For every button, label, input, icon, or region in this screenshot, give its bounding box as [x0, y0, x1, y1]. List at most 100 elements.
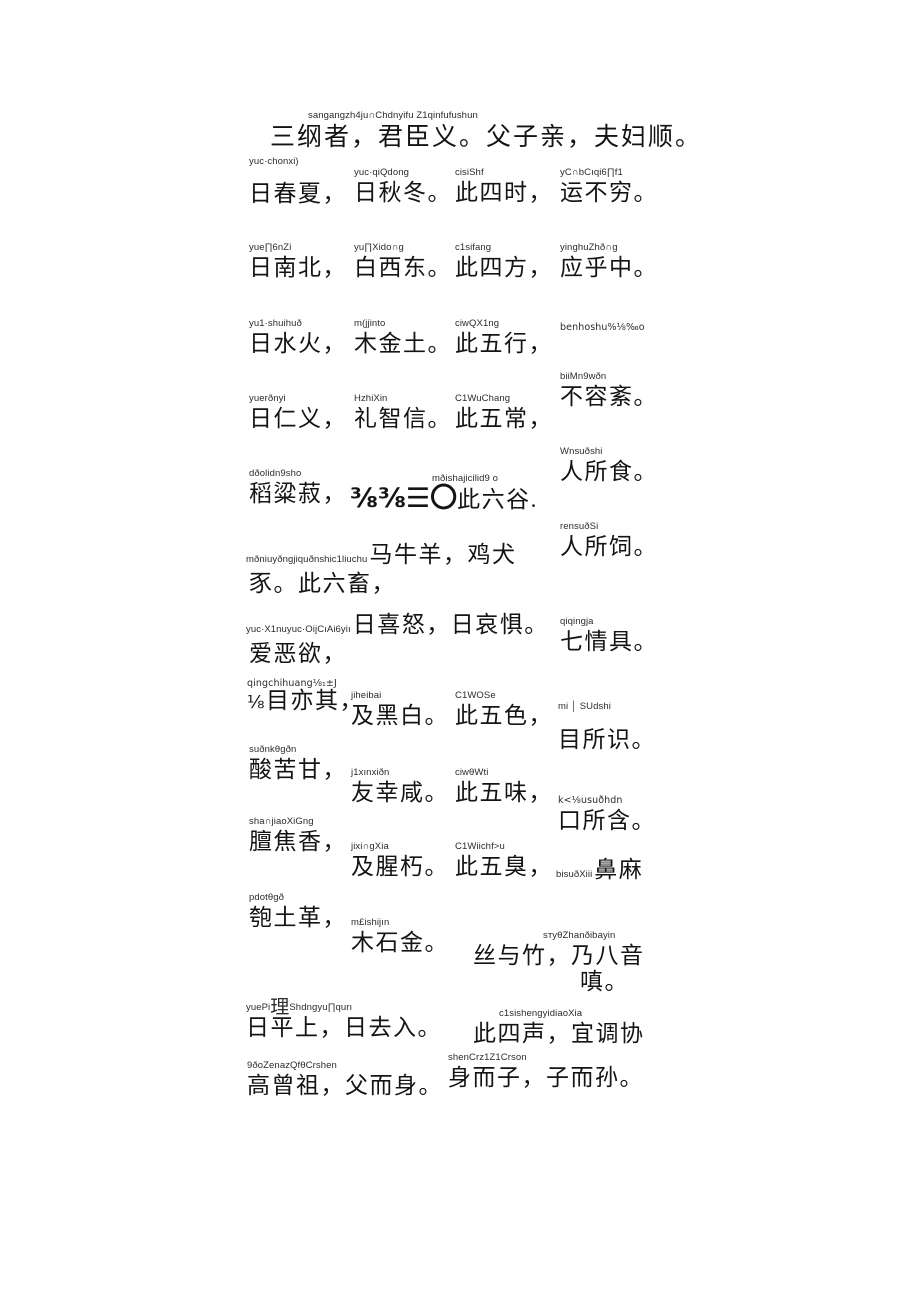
pinyin-annotation: HzhiXin: [354, 393, 388, 404]
pinyin-annotation: c1sifang: [455, 242, 492, 253]
text-block-l29: C1WOSe 此五色，: [455, 690, 553, 730]
text-block-l45: 9ðoZenazQfθCrshen 高曾祖，父而身。: [247, 1060, 443, 1100]
han-text: 膻焦香，: [249, 829, 347, 854]
text-block-l19: dðolidn9sho 稻粱菽，: [249, 468, 347, 508]
han-text: 口所含。: [558, 808, 656, 833]
pinyin-annotation: dðolidn9sho: [249, 468, 302, 479]
pinyin-head: yuePi: [246, 1002, 271, 1013]
pinyin-annotation: yinghuZhð∩g: [560, 242, 618, 253]
han-text: 鼻麻: [594, 857, 644, 882]
text-block-l12: ciwQX1ng 此五行，: [455, 318, 553, 358]
pinyin-annotation: suðnkθgðn: [249, 744, 297, 755]
han-text: 此五臭，: [455, 854, 553, 879]
han-text: 嗔。: [580, 969, 629, 994]
pinyin-annotation: rensuðSi: [560, 521, 599, 532]
text-block-l37: C1Wiichf>u 此五臭，: [455, 841, 553, 881]
han-text: 此五常，: [455, 406, 553, 431]
pinyin-annotation: shenCrz1Z1Crson: [448, 1052, 527, 1063]
text-block-l46: shenCrz1Z1Crson 身而子，子而孙。: [448, 1052, 644, 1092]
garbled-glyph-run: ⅜⅜☰〇: [350, 483, 458, 514]
pinyin-annotation: qingchihuang⅛₁±J: [247, 678, 337, 689]
han-text: 人所食。: [560, 459, 658, 484]
han-text: 丝与竹，乃八音: [473, 943, 645, 968]
han-text: 此四方，: [455, 255, 553, 280]
text-block-l36: jixi∩gXia 及腥朽。: [351, 841, 449, 881]
pinyin-annotation: biiMn9wðn: [560, 371, 607, 382]
han-text: 日喜怒，日哀惧。: [352, 612, 549, 637]
han-text: 礼智信。: [354, 406, 452, 431]
text-block-l03: yuc·qiQdong 日秋冬。: [354, 167, 452, 207]
text-block-l30: mi │ SUdshi 目所识。: [558, 701, 656, 754]
pinyin-annotation: yuc·chonxi): [249, 156, 299, 167]
pinyin-annotation: jixi∩gXia: [351, 841, 389, 852]
pinyin-annotation: cisiShf: [455, 167, 484, 178]
text-block-l11: m(jjinto 木金土。: [354, 318, 452, 358]
text-block-l31: suðnkθgðn 酸苦甘，: [249, 744, 347, 784]
text-block-l08: c1sifang 此四方，: [455, 242, 553, 282]
pinyin-annotation: sтyθZhanðibayin: [543, 930, 616, 941]
text-block-l44: c1sishengyidiaoXia 此四声，宜调协: [473, 1008, 645, 1048]
han-text: ⅜⅜☰〇此六谷.: [350, 485, 538, 514]
pinyin-annotation: Wnsuðshi: [560, 446, 603, 457]
han-text: 爱恶欲，: [249, 641, 347, 666]
han-text: 及黑白。: [351, 703, 449, 728]
pinyin-annotation: m(jjinto: [354, 318, 386, 329]
pinyin-annotation: sha∩jiaoXiGng: [249, 816, 314, 827]
text-block-l07: yu∏Xido∩g 白西东。: [354, 242, 452, 282]
han-text: 酸苦甘，: [249, 757, 347, 782]
pinyin-annotation: k<⅛usuðhdn: [558, 795, 623, 806]
pinyin-annotation: ciwθWti: [455, 767, 489, 778]
han-text: 此五味，: [455, 780, 553, 805]
pinyin-annotation: qiqingja: [560, 616, 594, 627]
pinyin-annotation: C1Wiichf>u: [455, 841, 505, 852]
text-block-l39: pdotθgð 匏土革，: [249, 892, 347, 932]
han-text: 此五色，: [455, 703, 553, 728]
text-block-l42: 嗔。: [580, 968, 629, 996]
text-block-l18: Wnsuðshi 人所食。: [560, 446, 658, 486]
pinyin-annotation: 9ðoZenazQfθCrshen: [247, 1060, 337, 1071]
text-block-l24: yuc·X1nuyuc·OijCıAi6yiı 日喜怒，日哀惧。: [246, 611, 549, 639]
han-text: 日春夏，: [249, 181, 347, 206]
han-text: 日水火，: [249, 331, 347, 356]
pinyin-annotation: yuerðnyi: [249, 393, 286, 404]
pinyin-annotation: yue∏6nZi: [249, 242, 292, 253]
text-block-l13: benhoshu%⅛‰o: [560, 322, 645, 334]
text-block-l28: jiheibai 及黑白。: [351, 690, 449, 730]
text-block-l04: cisiShf 此四时，: [455, 167, 553, 207]
text-block-l34: k<⅛usuðhdn 口所含。: [558, 795, 656, 835]
pinyin-annotation: yuc·X1nuyuc·OijCıAi6yiı: [246, 624, 351, 635]
text-block-l15: HzhiXin 礼智信。: [354, 393, 452, 433]
text-block-l05: yC∩bCıqi6∏f1 运不穷。: [560, 167, 658, 207]
han-text-tail: 目亦其，: [265, 688, 364, 713]
han-text: 日仁义，: [249, 406, 347, 431]
text-block-l26: qiqingja 七情具。: [560, 616, 658, 656]
han-text: 运不穷。: [560, 180, 658, 205]
pinyin-annotation: sangangzh4ju∩Chdnyifu Z1qinfufushun: [308, 110, 478, 121]
pinyin-annotation: yu∏Xido∩g: [354, 242, 404, 253]
han-text: ⅛目亦其，: [247, 687, 364, 717]
han-text: 身而子，子而孙。: [448, 1065, 644, 1090]
han-text: 此五行，: [455, 331, 553, 356]
text-block-l22: mðniuyðngjiquðnshic1liuchu 马牛羊，鸡犬: [246, 541, 516, 569]
text-block-l16: C1WuChang 此五常，: [455, 393, 553, 433]
han-text: 目所识。: [558, 727, 656, 752]
pinyin-annotation: c1sishengyidiaoXia: [499, 1008, 583, 1019]
han-text: 不容紊。: [560, 384, 658, 409]
text-block-l43: yuePi理Shdngyu∏qurı 日平上，日去入。: [246, 998, 442, 1042]
text-block-l23: 豕。此六畜，: [249, 570, 396, 598]
text-block-l20: mðishajicilid9 o ⅜⅜☰〇此六谷.: [350, 473, 538, 514]
text-block-l32: j1xınxiðn 友幸咸。: [351, 767, 449, 807]
text-block-l02: yuc·chonxi) 日春夏，: [249, 156, 347, 208]
pinyin-annotation: jiheibai: [351, 690, 382, 701]
pinyin-annotation: C1WOSe: [455, 690, 496, 701]
text-block-l17: biiMn9wðn 不容紊。: [560, 371, 658, 411]
han-text: 豕。此六畜，: [249, 571, 396, 596]
text-block-l38: bisuðXiii 鼻麻: [556, 856, 643, 884]
han-text: 木石金。: [351, 930, 449, 955]
han-text-prefix: ⅛: [247, 692, 266, 713]
text-block-l21: rensuðSi 人所饲。: [560, 521, 658, 561]
pinyin-annotation: yu1·shuihuð: [249, 318, 302, 329]
text-block-l33: ciwθWti 此五味，: [455, 767, 553, 807]
han-text: 高曾祖，父而身。: [247, 1073, 443, 1098]
pinyin-tail: Shdngyu∏qurı: [289, 1002, 353, 1013]
